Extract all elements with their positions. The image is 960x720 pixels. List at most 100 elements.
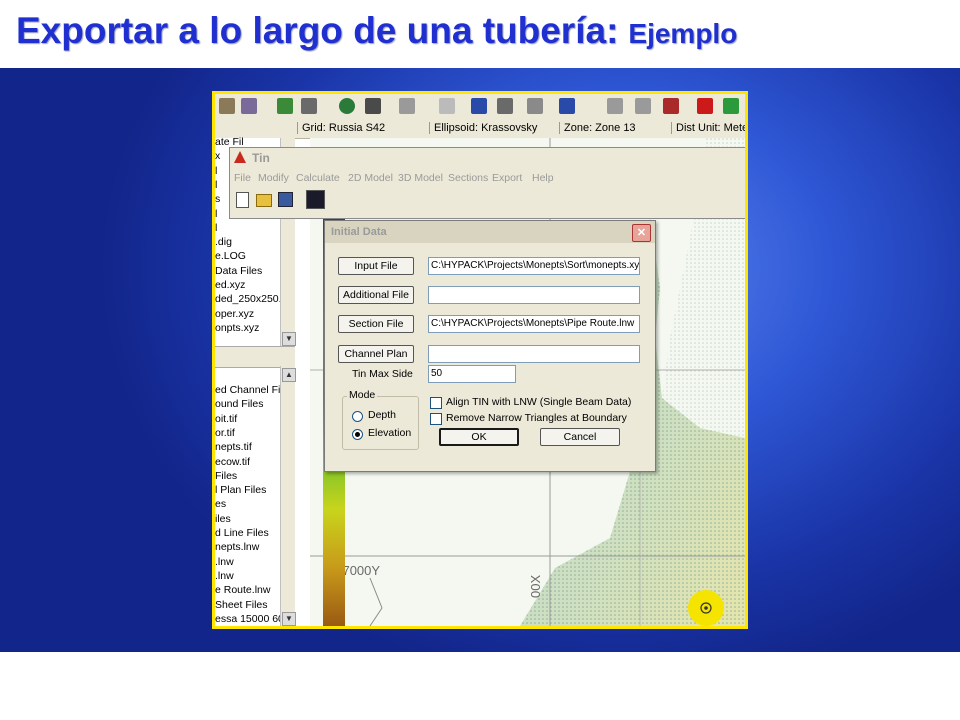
menu-sections[interactable]: Sections [448,172,488,184]
scroll-down-arrow-icon[interactable]: ▼ [282,612,296,626]
save-icon[interactable] [278,192,293,207]
list-item[interactable]: Sheet Files [215,599,268,611]
list-item[interactable]: nepts.tif [215,441,252,453]
list-item[interactable]: s [215,193,220,205]
scroll-down-arrow-icon[interactable]: ▼ [282,332,296,346]
close-icon[interactable]: ✕ [632,224,651,242]
mode-elevation-radio[interactable] [352,429,363,440]
list-item[interactable]: .dig [215,236,232,248]
channel-plan-field[interactable] [428,345,640,363]
status-zone: Zone: Zone 13 [559,122,664,134]
list-item[interactable]: es [215,498,226,510]
ok-button[interactable]: OK [439,428,519,446]
list-item[interactable]: e.LOG [215,250,246,262]
tool-icon[interactable] [439,98,455,114]
open-folder-icon[interactable] [256,194,272,207]
list-item[interactable]: tfile Fil [215,627,245,629]
list-item[interactable]: oper.xyz [215,308,254,320]
input-file-button[interactable]: Input File [338,257,414,275]
tool-icon[interactable] [697,98,713,114]
cancel-button[interactable]: Cancel [540,428,620,446]
dialog-title-bar[interactable]: Initial Data ✕ [325,221,655,243]
mode-depth-radio[interactable] [352,411,363,422]
list-item[interactable]: nepts.lnw [215,541,259,553]
tool-icon[interactable] [527,98,543,114]
list-item[interactable]: ded_250x250. [215,293,282,305]
list-item[interactable]: or.tif [215,427,235,439]
list-item[interactable]: x [215,150,220,162]
tool-icon[interactable] [497,98,513,114]
input-file-field[interactable]: C:\HYPACK\Projects\Monepts\Sort\monepts.… [428,257,640,275]
tin-toolbar [230,188,745,214]
list-item[interactable]: l Plan Files [215,484,266,496]
list-item[interactable]: l [215,222,217,234]
status-grid: Grid: Russia S42 [297,122,424,134]
tool-icon[interactable] [663,98,679,114]
mode-depth-label[interactable]: Depth [368,409,396,421]
tool-icon[interactable] [399,98,415,114]
edit-icon[interactable] [301,98,317,114]
mail-icon[interactable] [607,98,623,114]
chart-icon[interactable] [471,98,487,114]
slide-title: Exportar a lo largo de una tubería: Ejemp… [16,10,737,52]
panel-divider[interactable] [215,346,295,368]
section-file-field[interactable]: C:\HYPACK\Projects\Monepts\Pipe Route.ln… [428,315,640,333]
list-item[interactable]: essa 15000 60s [215,613,289,625]
list-item[interactable]: Files [215,470,237,482]
additional-file-field[interactable] [428,286,640,304]
list-item[interactable]: d Line Files [215,527,269,539]
menu-file[interactable]: File [234,172,251,184]
list-item[interactable]: ed.xyz [215,279,245,291]
tin-app-icon [234,151,246,163]
menu-export[interactable]: Export [492,172,522,184]
additional-file-button[interactable]: Additional File [338,286,414,304]
tool-icon[interactable] [559,98,575,114]
list-item[interactable]: .lnw [215,556,234,568]
list-item[interactable]: Data Files [215,265,262,277]
channel-plan-button[interactable]: Channel Plan [338,345,414,363]
list-item[interactable]: ed Channel Fil [215,384,283,396]
list-item[interactable]: l [215,179,217,191]
menu-calculate[interactable]: Calculate [296,172,340,184]
new-file-icon[interactable] [236,192,249,208]
align-tin-checkbox[interactable] [430,397,442,409]
model-view-icon[interactable] [306,190,325,209]
list-item[interactable]: e Route.lnw [215,584,270,596]
list-item[interactable]: onpts.xyz [215,322,259,334]
tool-icon[interactable] [219,98,235,114]
list-item[interactable]: oit.tif [215,413,237,425]
globe-icon[interactable] [339,98,355,114]
tool-icon[interactable] [241,98,257,114]
tin-max-side-field[interactable]: 50 [428,365,516,383]
left-panel-scrollbar-bottom[interactable]: ▲ ▼ [280,366,296,626]
tool-icon[interactable] [365,98,381,114]
list-item[interactable]: ecow.tif [215,456,250,468]
tin-title-text: Tin [252,151,270,165]
main-toolbar [215,94,745,121]
mode-groupbox: Mode Depth Elevation [342,389,419,450]
menu-modify[interactable]: Modify [258,172,289,184]
map-icon[interactable] [277,98,293,114]
section-file-button[interactable]: Section File [338,315,414,333]
list-item[interactable]: ound Files [215,398,263,410]
tool-icon[interactable] [723,98,739,114]
list-item[interactable]: .lnw [215,570,234,582]
list-item[interactable]: l [215,165,217,177]
list-item[interactable]: l [215,208,217,220]
tin-title-bar[interactable]: Tin [230,148,745,168]
status-dist-unit: Dist Unit: Mete [671,122,745,134]
menu-help[interactable]: Help [532,172,554,184]
menu-3d-model[interactable]: 3D Model [398,172,443,184]
remove-narrow-checkbox[interactable] [430,413,442,425]
tool-icon[interactable] [635,98,651,114]
tin-max-side-label: Tin Max Side [352,368,413,380]
list-item[interactable]: iles [215,513,231,525]
slide-title-main: Exportar a lo largo de una tubería: [16,10,619,51]
menu-2d-model[interactable]: 2D Model [348,172,393,184]
remove-narrow-label[interactable]: Remove Narrow Triangles at Boundary [446,412,627,424]
dialog-title: Initial Data [331,226,387,238]
align-tin-label[interactable]: Align TIN with LNW (Single Beam Data) [446,396,631,408]
mode-elevation-label[interactable]: Elevation [368,427,411,439]
scroll-up-arrow-icon[interactable]: ▲ [282,368,296,382]
map-x-coordinate-label: 00X [528,574,543,598]
